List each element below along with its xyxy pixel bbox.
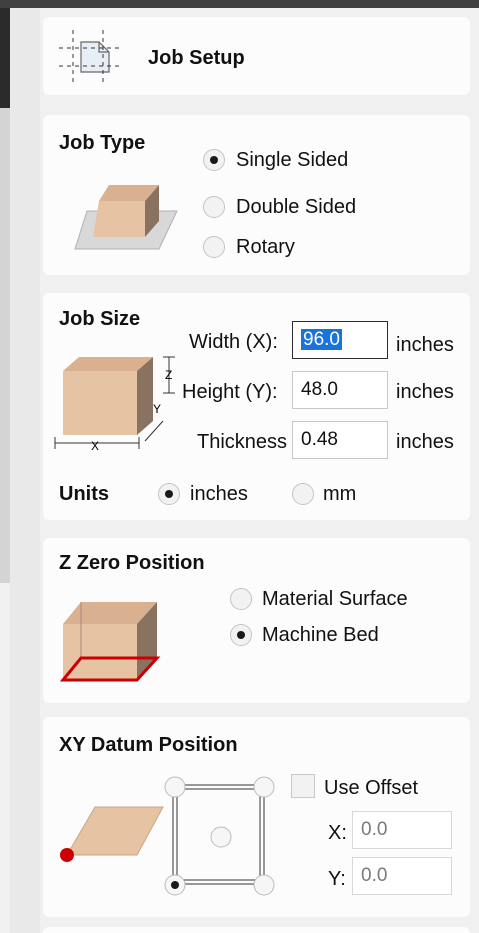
- material-surface-radio[interactable]: [230, 588, 252, 610]
- job-type-heading: Job Type: [59, 132, 146, 154]
- height-input[interactable]: 48.0: [292, 371, 388, 409]
- thickness-input[interactable]: 0.48: [292, 421, 388, 459]
- units-heading: Units: [59, 483, 109, 505]
- left-dark-strip: [0, 8, 10, 108]
- units-inches-radio[interactable]: [158, 483, 180, 505]
- units-mm-radio[interactable]: [292, 483, 314, 505]
- double-sided-radio[interactable]: [203, 196, 225, 218]
- single-sided-radio[interactable]: [203, 149, 225, 171]
- left-gray-strip: [0, 108, 10, 583]
- offset-x-value: 0.0: [361, 819, 388, 840]
- rotary-radio[interactable]: [203, 236, 225, 258]
- xy-datum-material-icon: [60, 806, 164, 862]
- height-label: Height (Y):: [182, 381, 278, 403]
- offset-x-label: X:: [328, 822, 347, 844]
- datum-top-right[interactable]: [253, 776, 275, 798]
- height-value: 48.0: [301, 379, 338, 400]
- offset-y-label: Y:: [328, 868, 346, 890]
- thickness-value: 0.48: [301, 429, 338, 450]
- job-size-panel: Job Size X Y Z Width (X): 96.0 inches He…: [43, 293, 470, 520]
- units-mm-label: mm: [323, 483, 357, 505]
- next-panel-edge: [43, 927, 470, 933]
- use-offset-checkbox[interactable]: [291, 774, 315, 798]
- z-zero-heading: Z Zero Position: [59, 552, 205, 574]
- offset-x-input[interactable]: 0.0: [352, 811, 452, 849]
- job-setup-icon: [59, 30, 121, 84]
- material-surface-label: Material Surface: [262, 588, 408, 610]
- rotary-label: Rotary: [236, 236, 295, 258]
- thickness-unit: inches: [396, 431, 454, 453]
- units-inches-label: inches: [190, 483, 248, 505]
- use-offset-label: Use Offset: [324, 777, 419, 799]
- double-sided-label: Double Sided: [236, 196, 357, 218]
- width-label: Width (X):: [189, 331, 278, 353]
- job-setup-header: Job Setup: [43, 17, 470, 95]
- xy-datum-selector[interactable]: [161, 775, 276, 901]
- width-unit: inches: [396, 334, 454, 356]
- diagram-z-label: Z: [165, 368, 172, 382]
- width-input[interactable]: 96.0: [292, 321, 388, 359]
- datum-top-left[interactable]: [164, 776, 186, 798]
- thickness-label: Thickness: [197, 431, 288, 453]
- single-sided-label: Single Sided: [236, 149, 349, 171]
- z-zero-machine-bed-icon: [59, 602, 161, 682]
- machine-bed-radio[interactable]: [230, 624, 252, 646]
- height-unit: inches: [396, 381, 454, 403]
- xy-datum-heading: XY Datum Position: [59, 734, 238, 756]
- width-value: 96.0: [301, 329, 342, 350]
- diagram-y-label: Y: [153, 402, 161, 416]
- job-size-heading: Job Size: [59, 308, 141, 330]
- page-title: Job Setup: [148, 47, 245, 69]
- offset-y-value: 0.0: [361, 865, 388, 886]
- diagram-x-label: X: [91, 439, 99, 453]
- machine-bed-label: Machine Bed: [262, 624, 379, 646]
- z-zero-panel: Z Zero Position Material Surface Machine…: [43, 538, 470, 703]
- datum-center[interactable]: [210, 826, 232, 848]
- left-gutter: [10, 8, 40, 933]
- offset-y-input[interactable]: 0.0: [352, 857, 452, 895]
- xy-datum-panel: XY Datum Position Use Offset X: 0.0 Y: 0…: [43, 717, 470, 917]
- single-sided-material-icon: [74, 185, 178, 250]
- window-top-bar: [0, 0, 479, 8]
- job-type-panel: Job Type Single Sided Double Sided Rotar…: [43, 115, 470, 275]
- datum-bottom-right[interactable]: [253, 874, 275, 896]
- job-size-diagram-icon: X Y Z: [54, 356, 175, 453]
